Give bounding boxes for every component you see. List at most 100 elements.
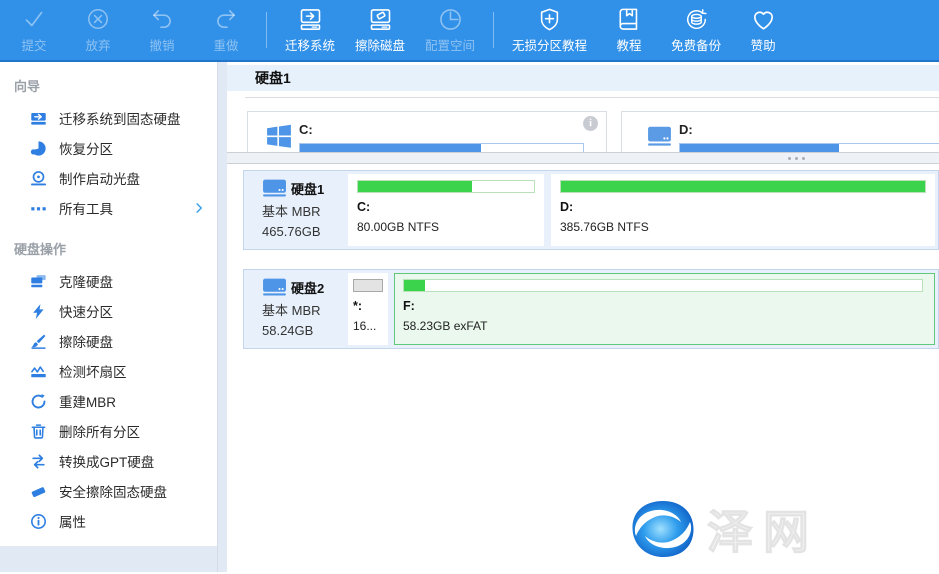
volume-label: C: [299,122,584,137]
allocate-space-label: 配置空间 [425,35,475,54]
rebuild-mbr-icon [30,393,47,410]
sidebar: 向导 迁移系统到固态硬盘 恢复分区 制作启动光盘 [0,62,218,572]
partition-tutorial-label: 无损分区教程 [512,35,587,54]
partition-unnamed[interactable]: *: 16... [348,273,388,345]
sidebar-item-recover-partition[interactable]: 恢复分区 [0,133,217,163]
shield-plus-icon [536,6,563,32]
sidebar-item-label: 克隆硬盘 [59,271,113,291]
all-tools-icon [30,200,47,217]
sidebar-item-convert-gpt[interactable]: 转换成GPT硬盘 [0,446,217,476]
volume-label: D: [679,122,939,137]
undo-label: 撤销 [149,35,174,54]
migrate-ssd-icon [30,110,47,127]
sidebar-section-wizard: 向导 [0,76,217,103]
sidebar-item-label: 制作启动光盘 [59,168,140,188]
bootable-disc-icon [30,170,47,187]
volume-card-c[interactable]: C: i [247,111,607,152]
volume-card-panel: C: i D: [227,98,939,152]
partition-detail: 385.76GB NTFS [560,220,926,234]
used-space-bar [357,180,535,193]
commit-check-icon [21,6,47,32]
sidebar-item-bad-sector[interactable]: 检测坏扇区 [0,356,217,386]
panel-splitter[interactable] [227,152,939,164]
discard-button[interactable]: 放弃 [66,0,130,60]
sponsor-label: 赞助 [751,35,776,54]
properties-info-icon [30,513,47,530]
volume-card-d[interactable]: D: [621,111,939,152]
used-space-fill [561,181,925,192]
sidebar-item-label: 所有工具 [59,198,113,218]
partition-c[interactable]: C: 80.00GB NTFS [348,174,544,246]
disk-row-1: 硬盘1 基本 MBR 465.76GB C: 80.00GB NTFS [243,170,939,250]
volume-usage-fill [300,144,481,152]
disk2-info-block[interactable]: 硬盘2 基本 MBR 58.24GB [247,273,348,345]
allocate-space-button[interactable]: 配置空间 [415,0,485,60]
secure-erase-icon [30,483,47,500]
used-space-fill [358,181,472,192]
sidebar-item-all-tools[interactable]: 所有工具 [0,193,217,223]
wipe-disk-button[interactable]: 擦除磁盘 [345,0,415,60]
sidebar-item-label: 迁移系统到固态硬盘 [59,108,181,128]
disk-name: 硬盘1 [291,179,324,198]
volume-usage-bar [679,143,939,152]
discard-circle-x-icon [85,6,111,32]
tab-disk1[interactable]: 硬盘1 [227,68,291,88]
content-area: 向导 迁移系统到固态硬盘 恢复分区 制作启动光盘 [0,62,939,572]
toolbar-separator [266,12,267,48]
used-space-bar [353,279,383,292]
watermark: 泽网 [627,496,819,562]
sidebar-item-quick-partition[interactable]: 快速分区 [0,296,217,326]
undo-icon [149,6,175,32]
partition-d[interactable]: D: 385.76GB NTFS [551,174,935,246]
sidebar-section-disk-ops: 硬盘操作 [0,223,217,266]
clone-disk-icon [30,273,47,290]
volume-usage-fill [680,144,839,152]
disk-tab-bar: 硬盘1 [227,65,939,91]
windows-logo-icon [266,124,293,148]
partition-f-selected[interactable]: F: 58.23GB exFAT [394,273,935,345]
sidebar-item-rebuild-mbr[interactable]: 重建MBR [0,386,217,416]
disk-size: 58.24GB [262,323,348,338]
wipe-disk-label: 擦除磁盘 [355,35,405,54]
sidebar-item-label: 删除所有分区 [59,421,140,441]
sidebar-item-bootable-disc[interactable]: 制作启动光盘 [0,163,217,193]
sidebar-item-secure-erase[interactable]: 安全擦除固态硬盘 [0,476,217,506]
free-backup-button[interactable]: 免费备份 [661,0,731,60]
info-icon[interactable]: i [583,116,598,131]
sidebar-item-delete-partitions[interactable]: 删除所有分区 [0,416,217,446]
toolbar: 提交 放弃 撤销 重做 迁移系统 擦除磁盘 配置空间 [0,0,939,62]
migrate-system-button[interactable]: 迁移系统 [275,0,345,60]
tutorial-button[interactable]: 教程 [597,0,661,60]
convert-gpt-icon [30,453,47,470]
sidebar-filler [0,546,218,572]
sponsor-button[interactable]: 赞助 [731,0,795,60]
chevron-right-icon [193,202,205,214]
disk-layout: 基本 MBR [262,201,348,220]
used-space-fill [404,280,425,291]
sidebar-item-properties[interactable]: 属性 [0,506,217,536]
drive-icon [646,124,673,148]
tutorial-label: 教程 [617,35,642,54]
redo-button[interactable]: 重做 [194,0,258,60]
sidebar-item-label: 检测坏扇区 [59,361,127,381]
sidebar-item-label: 擦除硬盘 [59,331,113,351]
disk-name: 硬盘2 [291,278,324,297]
allocate-space-icon [437,6,464,32]
sidebar-item-clone-disk[interactable]: 克隆硬盘 [0,266,217,296]
partition-detail: 16... [353,319,383,333]
sidebar-item-label: 重建MBR [59,391,116,411]
commit-button[interactable]: 提交 [2,0,66,60]
partition-detail: 58.23GB exFAT [403,319,926,333]
wipe-disk-icon [367,6,394,32]
splitter-grip[interactable] [788,157,805,160]
partition-tutorial-button[interactable]: 无损分区教程 [502,0,597,60]
watermark-logo-icon [627,498,699,560]
sidebar-item-erase-disk[interactable]: 擦除硬盘 [0,326,217,356]
sidebar-item-migrate-ssd[interactable]: 迁移系统到固态硬盘 [0,103,217,133]
sidebar-item-label: 安全擦除固态硬盘 [59,481,167,501]
undo-button[interactable]: 撤销 [130,0,194,60]
disk1-info-block[interactable]: 硬盘1 基本 MBR 465.76GB [247,174,348,246]
erase-disk-icon [30,333,47,350]
free-backup-label: 免费备份 [671,35,721,54]
used-space-bar [560,180,926,193]
